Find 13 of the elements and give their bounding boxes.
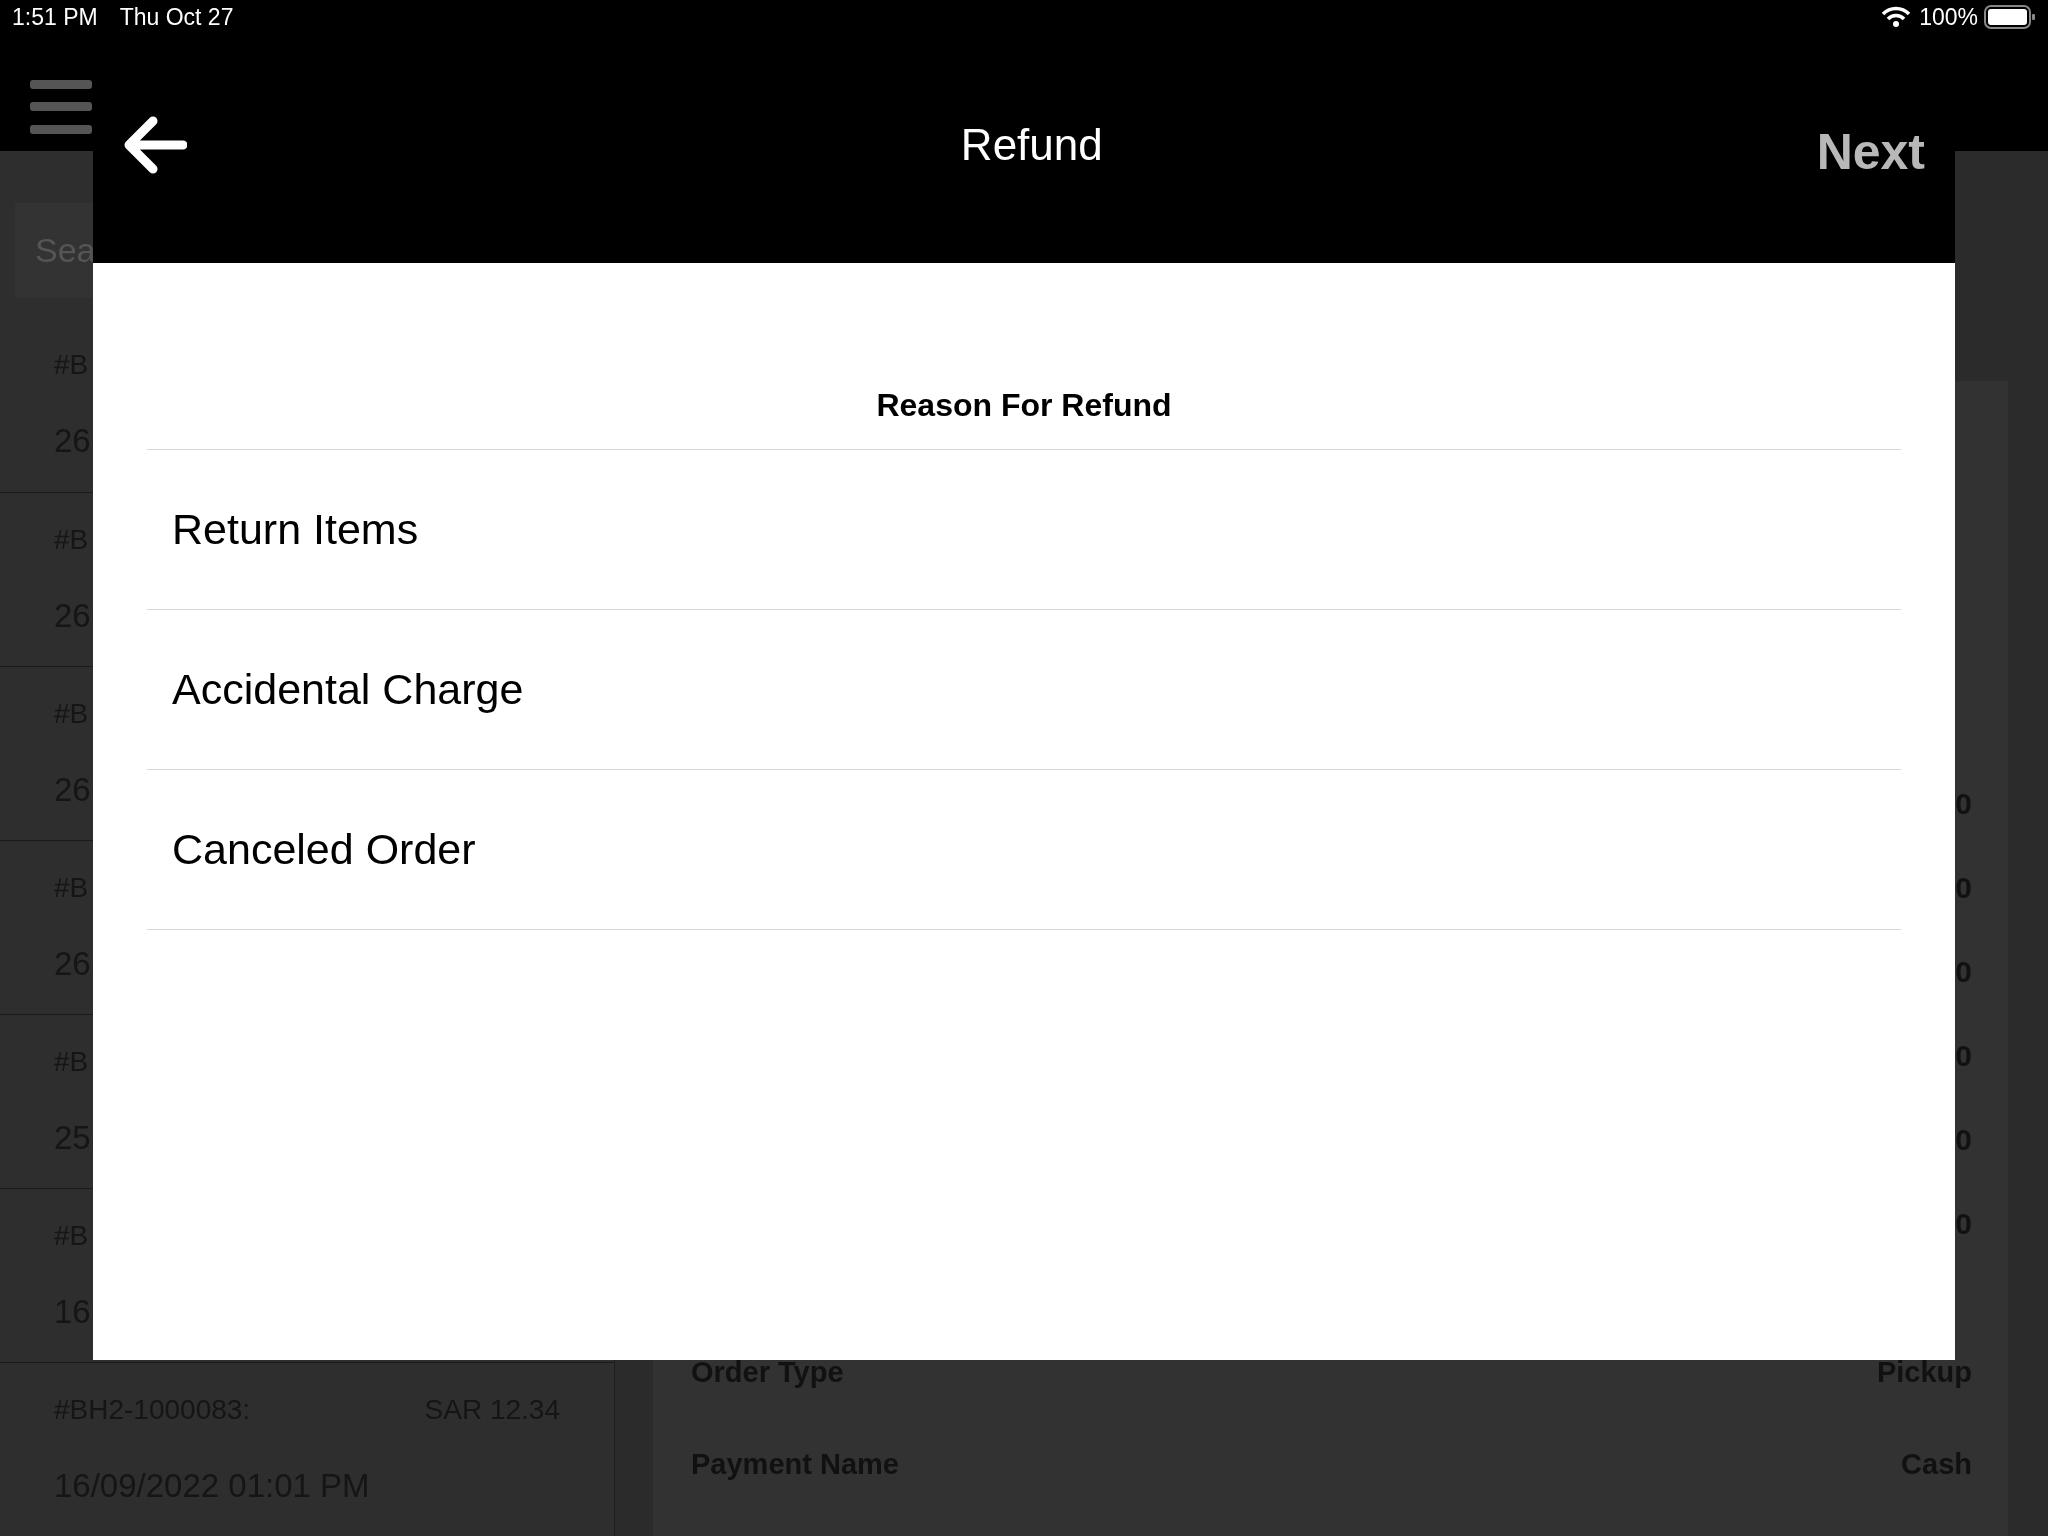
dialog-title: Refund <box>960 118 1103 171</box>
menu-icon[interactable] <box>30 79 92 134</box>
battery-icon <box>1984 5 2036 30</box>
back-arrow-icon[interactable] <box>123 114 187 175</box>
battery-percent: 100% <box>1919 3 1978 32</box>
reason-option[interactable]: Accidental Charge <box>147 610 1901 770</box>
status-date: Thu Oct 27 <box>119 3 234 32</box>
next-button[interactable]: Next <box>1816 115 1925 190</box>
section-heading: Reason For Refund <box>876 386 1172 425</box>
reason-option[interactable]: Canceled Order <box>147 770 1901 930</box>
wifi-icon <box>1881 6 1912 29</box>
status-time: 1:51 PM <box>12 3 98 32</box>
reason-option[interactable]: Return Items <box>147 450 1901 610</box>
